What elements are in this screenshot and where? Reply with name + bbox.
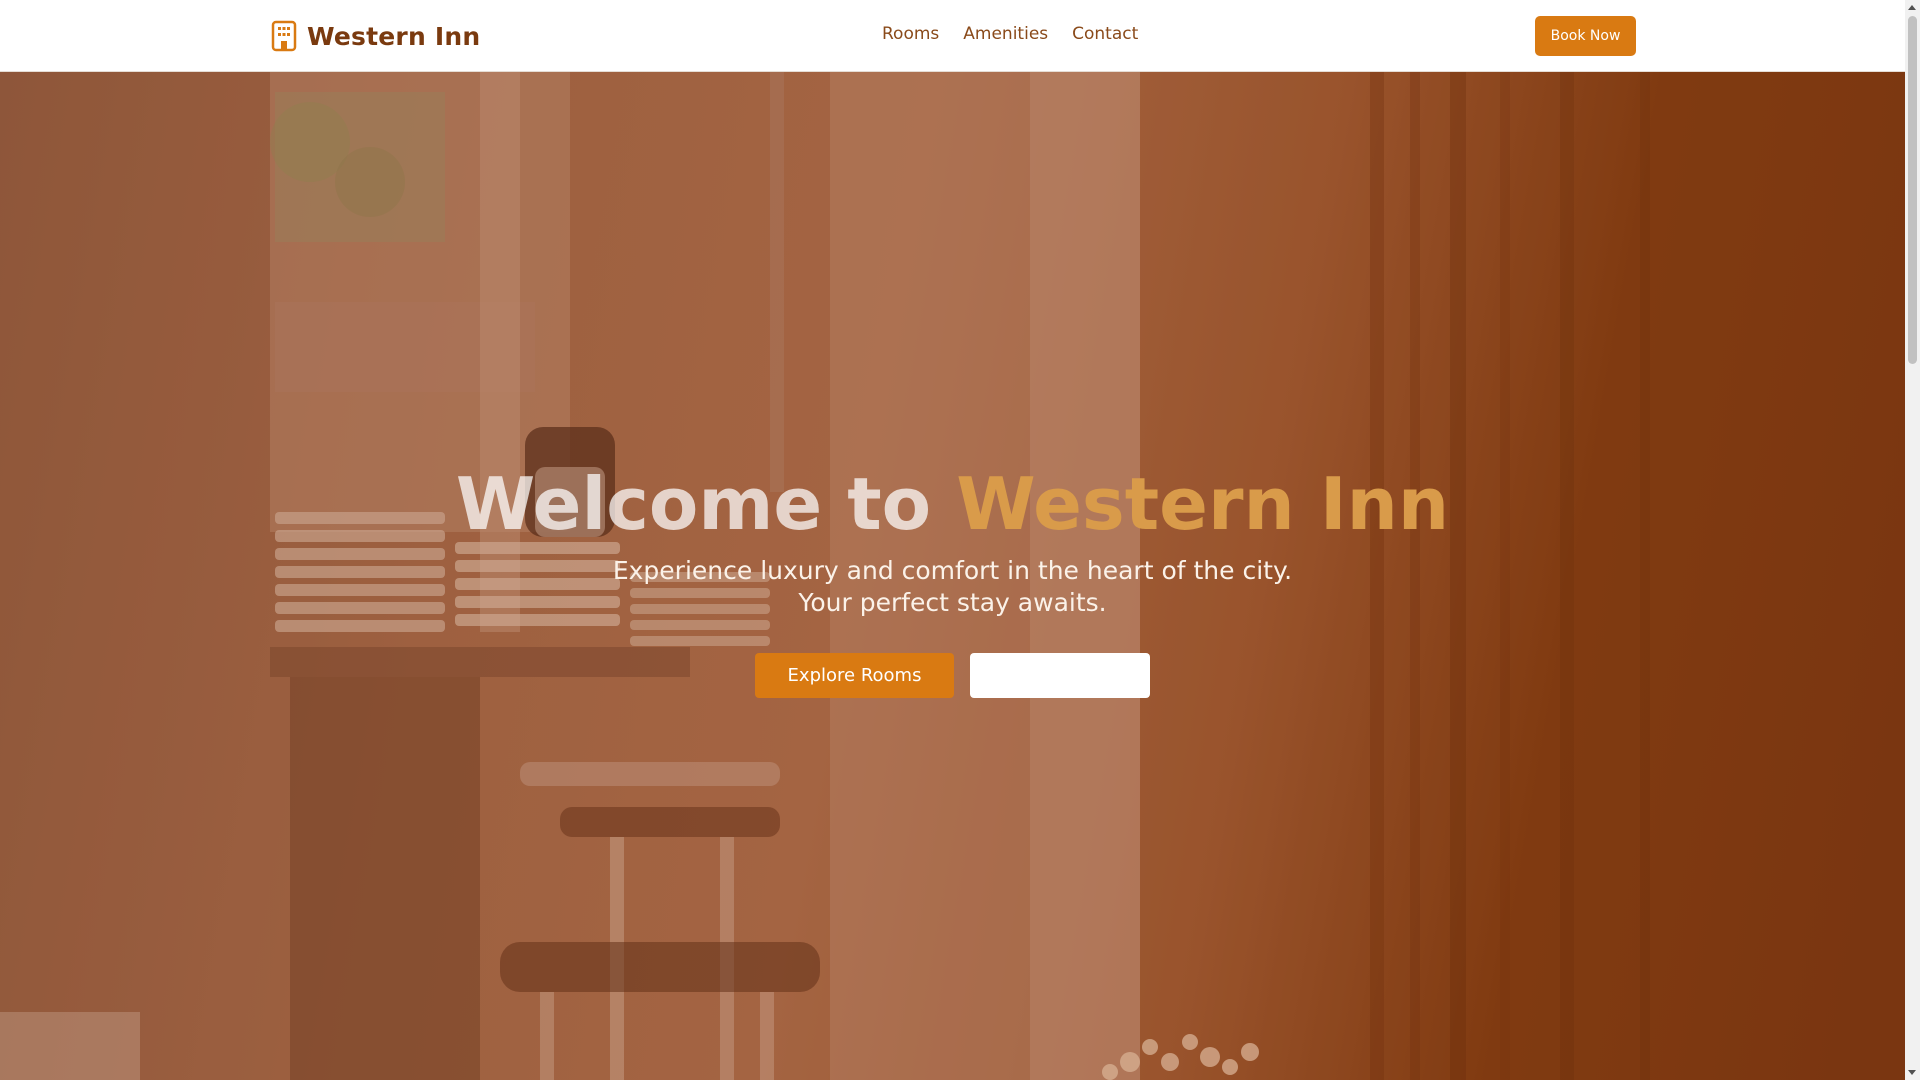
brand-name: Western Inn xyxy=(307,21,481,51)
hero-title: Welcome to Western Inn xyxy=(430,467,1475,541)
hero-section: Welcome to Western Inn Experience luxury… xyxy=(0,72,1905,1080)
hero-buttons: Explore Rooms xyxy=(430,653,1475,698)
nav-link-rooms[interactable]: Rooms xyxy=(882,24,939,44)
nav-link-contact[interactable]: Contact xyxy=(1072,24,1138,44)
book-now-button[interactable]: Book Now xyxy=(1535,16,1636,56)
top-navbar: Western Inn Rooms Amenities Contact Book… xyxy=(0,0,1905,72)
explore-rooms-button[interactable]: Explore Rooms xyxy=(755,653,954,698)
brand-logo-link[interactable]: Western Inn xyxy=(271,20,480,52)
scroll-down-arrow-icon[interactable] xyxy=(1908,1070,1916,1075)
building-icon xyxy=(271,20,297,52)
hero-title-lead: Welcome to xyxy=(455,462,932,546)
hero-content: Welcome to Western Inn Experience luxury… xyxy=(430,467,1475,698)
hero-title-accent: Western Inn xyxy=(956,462,1450,546)
nav-link-amenities[interactable]: Amenities xyxy=(963,24,1048,44)
secondary-cta-button[interactable] xyxy=(970,653,1150,698)
hero-subtitle: Experience luxury and comfort in the hea… xyxy=(612,556,1293,617)
nav-links: Rooms Amenities Contact xyxy=(882,24,1138,44)
scroll-thumb[interactable] xyxy=(1908,16,1917,364)
page-scrollbar[interactable] xyxy=(1905,0,1920,1080)
scroll-up-arrow-icon[interactable] xyxy=(1908,5,1916,10)
